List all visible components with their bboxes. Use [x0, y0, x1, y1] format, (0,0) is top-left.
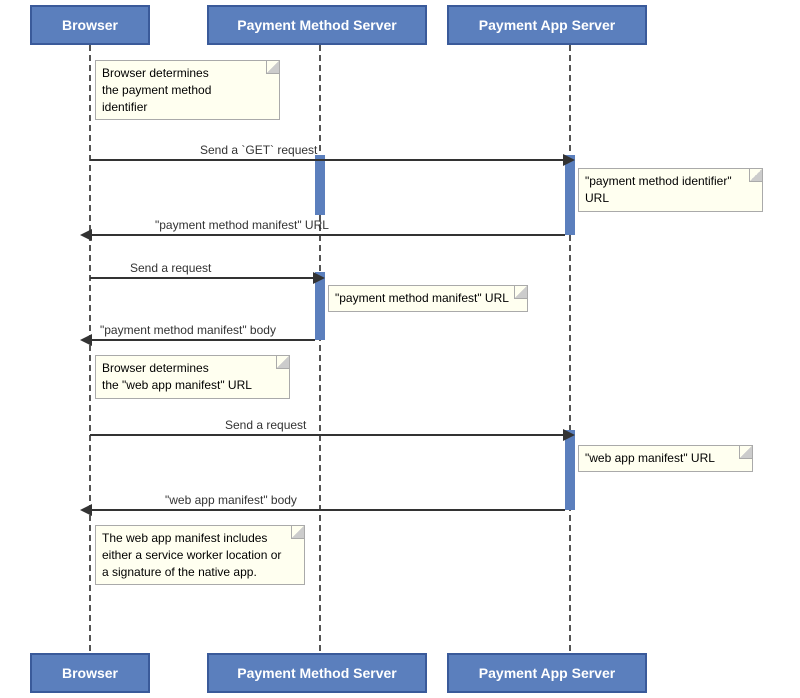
arrow-label-manifest-url: "payment method manifest" URL [155, 218, 329, 232]
arrow-label-get-request: Send a `GET` request [200, 143, 317, 157]
note-payment-method-identifier-url: "payment method identifier" URL [578, 168, 763, 212]
actor-browser-header: Browser [30, 5, 150, 45]
note-webapp-manifest-url: "web app manifest" URL [578, 445, 753, 472]
note-browser-determines-webapp: Browser determines the "web app manifest… [95, 355, 290, 399]
arrow-label-send-request-1: Send a request [130, 261, 211, 275]
note-payment-method-manifest-url: "payment method manifest" URL [328, 285, 528, 312]
note-browser-determines-identifier: Browser determines the payment method id… [95, 60, 280, 120]
arrow-label-manifest-body: "payment method manifest" body [100, 323, 276, 337]
actor-payment-method-server-header: Payment Method Server [207, 5, 427, 45]
actor-payment-method-server-footer: Payment Method Server [207, 653, 427, 693]
sequence-diagram: Browser Payment Method Server Payment Ap… [0, 0, 800, 698]
arrow-label-send-request-2: Send a request [225, 418, 306, 432]
note-webapp-manifest-desc: The web app manifest includes either a s… [95, 525, 305, 585]
actor-payment-app-server-header: Payment App Server [447, 5, 647, 45]
actor-payment-app-server-footer: Payment App Server [447, 653, 647, 693]
actor-browser-footer: Browser [30, 653, 150, 693]
arrow-label-webapp-manifest-body: "web app manifest" body [165, 493, 297, 507]
